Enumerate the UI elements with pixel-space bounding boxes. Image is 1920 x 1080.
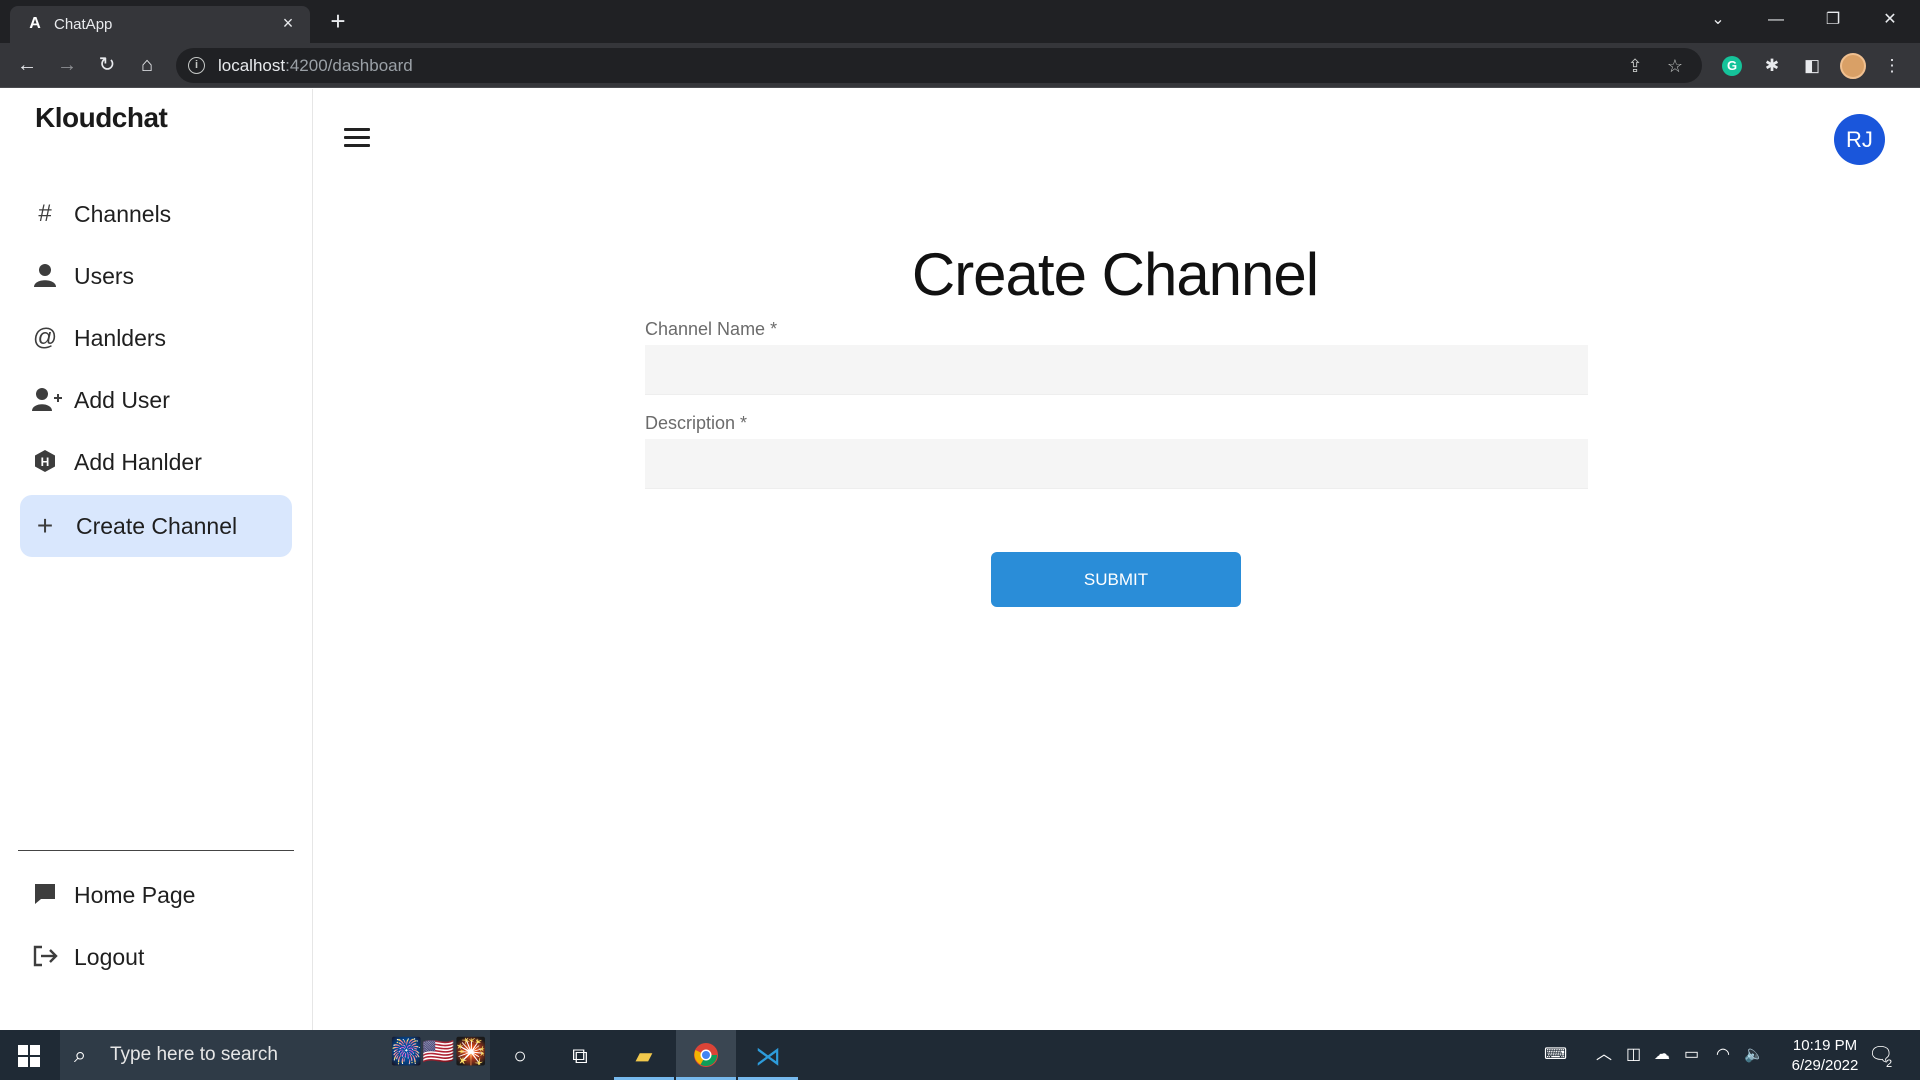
description-field[interactable] bbox=[645, 439, 1588, 489]
minimize-icon[interactable]: — bbox=[1760, 6, 1792, 34]
sidebar-item-users[interactable]: Users bbox=[20, 245, 292, 307]
tab-search-chevron-icon[interactable]: ⌄ bbox=[1702, 6, 1734, 34]
message-icon bbox=[32, 882, 58, 908]
sidebar-item-add-user[interactable]: Add User bbox=[20, 369, 292, 431]
channel-name-label: Channel Name * bbox=[645, 319, 778, 339]
windows-start-icon[interactable] bbox=[18, 1045, 40, 1067]
share-icon[interactable]: ⇪ bbox=[1624, 55, 1646, 77]
logout-icon bbox=[32, 944, 58, 970]
vscode-icon: ⋊ bbox=[755, 1041, 781, 1071]
fireworks-flag-icon: 🎆🇺🇸🎇 bbox=[390, 1036, 488, 1066]
hamburger-menu-icon[interactable] bbox=[344, 128, 370, 150]
vscode-taskbar-button[interactable]: ⋊ bbox=[738, 1030, 798, 1080]
browser-tab-strip: A ChatApp × + ⌄ — ❐ ✕ bbox=[0, 0, 1920, 43]
chevron-up-icon[interactable]: ︿ bbox=[1596, 1045, 1612, 1065]
search-icon: ⌕ bbox=[74, 1042, 87, 1067]
site-info-icon[interactable]: i bbox=[188, 57, 205, 74]
task-view-icon[interactable]: ⧉ bbox=[566, 1042, 594, 1070]
description-label: Description * bbox=[645, 413, 748, 433]
hash-icon: # bbox=[38, 200, 52, 227]
sidebar-item-create-channel[interactable]: + Create Channel bbox=[20, 495, 292, 557]
system-clock[interactable]: 10:19 PM 6/29/2022 bbox=[1770, 1036, 1880, 1076]
clock-date: 6/29/2022 bbox=[1791, 1057, 1859, 1074]
keyboard-icon[interactable]: ⌨ bbox=[1544, 1045, 1567, 1065]
at-icon: @ bbox=[32, 324, 58, 351]
sidebar: Kloudchat # Channels Users @ Hanlders Ad… bbox=[0, 89, 313, 1030]
sidebar-item-label: Create Channel bbox=[76, 513, 238, 539]
sidebar-item-label: Channels bbox=[74, 201, 172, 227]
user-icon bbox=[32, 263, 58, 289]
page-title: Create Channel bbox=[911, 241, 1319, 308]
reload-icon[interactable]: ↻ bbox=[93, 51, 121, 79]
onedrive-cloud-icon[interactable]: ☁ bbox=[1654, 1045, 1670, 1065]
sidebar-item-label: Home Page bbox=[74, 882, 196, 908]
tab-close-icon[interactable]: × bbox=[278, 13, 298, 33]
restore-icon[interactable]: ❐ bbox=[1817, 6, 1849, 34]
address-bar[interactable]: i localhost:4200/dashboard ⇪ ☆ bbox=[176, 48, 1702, 83]
forward-icon[interactable]: → bbox=[53, 51, 81, 79]
svg-text:H: H bbox=[41, 455, 50, 469]
chrome-icon bbox=[692, 1042, 720, 1070]
browser-toolbar: ← → ↻ ⌂ i localhost:4200/dashboard ⇪ ☆ G… bbox=[0, 43, 1920, 88]
browser-tab[interactable]: A ChatApp × bbox=[10, 6, 310, 43]
back-icon[interactable]: ← bbox=[13, 51, 41, 79]
notification-count-badge: 2 bbox=[1886, 1058, 1893, 1070]
profile-avatar-icon[interactable] bbox=[1840, 53, 1866, 79]
meet-icon[interactable]: ◫ bbox=[1626, 1045, 1641, 1065]
volume-icon[interactable]: 🔈 bbox=[1744, 1045, 1764, 1065]
submit-button[interactable]: SUBMIT bbox=[991, 552, 1241, 607]
tab-title: ChatApp bbox=[54, 16, 113, 33]
user-plus-icon bbox=[32, 387, 62, 413]
brand-logo: Kloudchat bbox=[35, 102, 168, 133]
hexagon-h-icon: H bbox=[32, 449, 58, 475]
sidebar-item-label: Users bbox=[74, 263, 135, 289]
battery-icon[interactable]: ▭ bbox=[1684, 1045, 1699, 1065]
side-panel-icon[interactable]: ◧ bbox=[1802, 56, 1822, 76]
cortana-icon[interactable]: ○ bbox=[506, 1042, 534, 1070]
file-explorer-taskbar-button[interactable]: ▰ bbox=[614, 1030, 674, 1080]
sidebar-item-add-handler[interactable]: H Add Hanlder bbox=[20, 431, 292, 493]
taskbar-search-placeholder: Type here to search bbox=[110, 1044, 278, 1065]
grammarly-extension-icon[interactable]: G bbox=[1722, 56, 1742, 76]
plus-icon: + bbox=[36, 510, 54, 541]
sidebar-item-channels[interactable]: # Channels bbox=[20, 183, 292, 245]
url-text[interactable]: localhost:4200/dashboard bbox=[218, 56, 413, 76]
channel-name-field[interactable] bbox=[645, 345, 1588, 395]
sidebar-item-logout[interactable]: Logout bbox=[20, 926, 292, 988]
bookmark-star-icon[interactable]: ☆ bbox=[1664, 55, 1686, 77]
sidebar-item-label: Add User bbox=[74, 387, 170, 413]
clock-time: 10:19 PM bbox=[1792, 1037, 1858, 1054]
home-icon[interactable]: ⌂ bbox=[133, 51, 161, 79]
new-tab-icon[interactable]: + bbox=[324, 8, 352, 36]
extensions-puzzle-icon[interactable]: ✱ bbox=[1762, 56, 1782, 76]
sidebar-item-label: Hanlders bbox=[74, 325, 167, 351]
sidebar-item-label: Add Hanlder bbox=[74, 449, 202, 475]
sidebar-item-handlers[interactable]: @ Hanlders bbox=[20, 307, 292, 369]
chrome-taskbar-button[interactable] bbox=[676, 1030, 736, 1080]
folder-icon: ▰ bbox=[635, 1043, 653, 1068]
avatar[interactable]: RJ bbox=[1834, 114, 1885, 165]
taskbar-search-box[interactable]: ⌕ Type here to search 🎆🇺🇸🎇 bbox=[60, 1030, 490, 1080]
wifi-icon[interactable]: ◠ bbox=[1716, 1045, 1730, 1065]
sidebar-item-label: Logout bbox=[74, 944, 145, 970]
sidebar-item-home-page[interactable]: Home Page bbox=[20, 864, 292, 926]
close-window-icon[interactable]: ✕ bbox=[1874, 6, 1906, 34]
sidebar-divider bbox=[18, 850, 294, 851]
windows-taskbar: ⌕ Type here to search 🎆🇺🇸🎇 ○ ⧉ ▰ ⋊ ⌨ ︿ ◫… bbox=[0, 1030, 1920, 1080]
angular-favicon-icon: A bbox=[29, 15, 41, 32]
browser-menu-icon[interactable]: ⋮ bbox=[1882, 56, 1902, 76]
